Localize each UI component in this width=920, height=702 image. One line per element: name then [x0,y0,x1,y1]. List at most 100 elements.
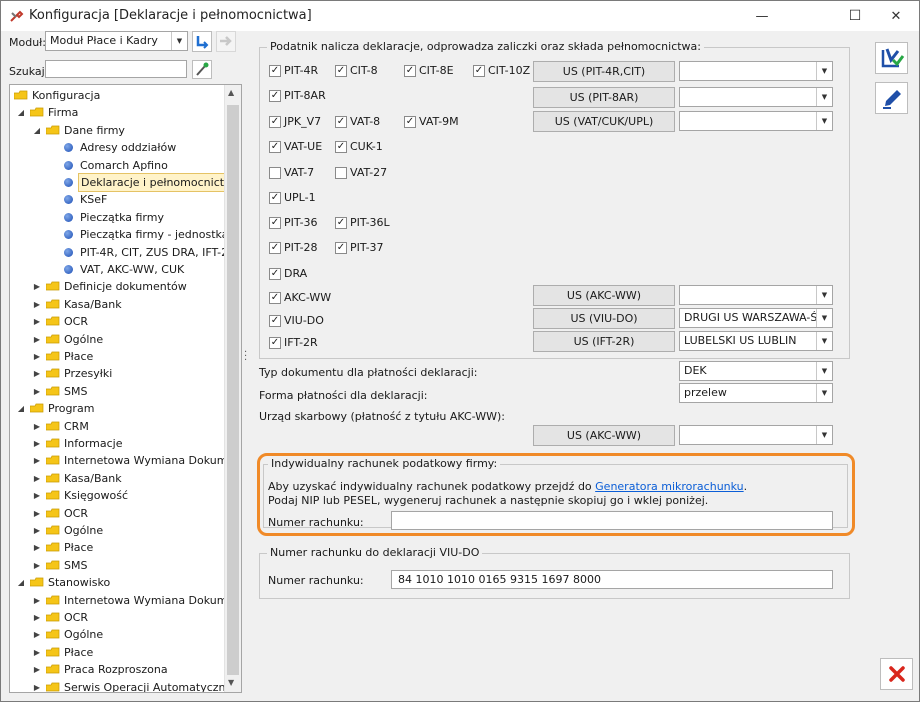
tree-folder-item[interactable]: ◢ Program [10,400,225,417]
tax-office-button[interactable]: US (PIT-8AR) [533,87,675,108]
tree-folder-item[interactable]: ▶ Płace [10,539,225,556]
tax-office-button[interactable]: US (VAT/CUK/UPL) [533,111,675,132]
expand-icon[interactable]: ▶ [32,522,42,539]
declaration-checkbox[interactable]: ✓ CUK-1 [335,140,383,154]
checkmark-icon[interactable]: ✓ [335,141,347,153]
tree-folder-item[interactable]: ◢ Stanowisko [10,574,225,591]
checkmark-icon[interactable]: ✓ [335,217,347,229]
tax-office-select[interactable]: ▼ [679,61,833,81]
tree-folder-item[interactable]: ▶ Kasa/Bank [10,470,225,487]
declaration-checkbox[interactable]: VAT-27 [335,166,387,180]
tax-office-select[interactable]: LUBELSKI US LUBLIN ▼ [679,331,833,351]
expand-icon[interactable]: ▶ [32,383,42,400]
save-button[interactable] [875,42,908,74]
tree-folder-item[interactable]: ▶ CRM [10,418,225,435]
checkmark-icon[interactable]: ✓ [269,217,281,229]
module-select[interactable]: Moduł Płace i Kadry ▼ [45,31,188,51]
expand-icon[interactable]: ▶ [32,418,42,435]
tree-folder-item[interactable]: ◢ Firma [10,104,225,121]
checkmark-icon[interactable]: ✓ [269,315,281,327]
expand-icon[interactable]: ▶ [32,452,42,469]
declaration-checkbox[interactable]: ✓ VAT-9M [404,115,459,129]
micro-account-generator-link[interactable]: Generatora mikrorachunku [595,480,743,493]
declaration-checkbox[interactable]: ✓ AKC-WW [269,291,331,305]
config-tree[interactable]: Konfiguracja ◢ Firma ◢ Dane firmy Adresy oddz… [9,84,242,693]
tree-folder-item[interactable]: ▶ Księgowość [10,487,225,504]
checkmark-icon[interactable]: ✓ [269,268,281,280]
checkmark-icon[interactable]: ✓ [269,116,281,128]
tree-folder-item[interactable]: ▶ SMS [10,557,225,574]
expand-icon[interactable]: ▶ [32,661,42,678]
tax-office-button[interactable]: US (PIT-4R,CIT) [533,61,675,82]
checkmark-icon[interactable]: ✓ [335,65,347,77]
back-button[interactable] [192,31,212,52]
expand-icon[interactable]: ▶ [32,487,42,504]
expand-icon[interactable]: ▶ [32,435,42,452]
declaration-checkbox[interactable]: ✓ CIT-8 [335,64,378,78]
tax-office-select[interactable]: ▼ [679,111,833,131]
checkmark-icon[interactable]: ✓ [404,116,416,128]
declaration-checkbox[interactable]: ✓ VAT-8 [335,115,380,129]
expand-icon[interactable]: ▶ [32,470,42,487]
declaration-checkbox[interactable]: ✓ CIT-10Z [473,64,530,78]
tree-folder-item[interactable]: ▶ Informacje [10,435,225,452]
declaration-checkbox[interactable]: ✓ PIT-4R [269,64,318,78]
declaration-checkbox[interactable]: ✓ VAT-UE [269,140,322,154]
tree-folder-item[interactable]: ◢ Dane firmy [10,122,225,139]
search-input[interactable] [45,60,187,78]
tree-folder-item[interactable]: ▶ Ogólne [10,522,225,539]
cancel-button[interactable] [880,658,913,690]
tree-page-item[interactable]: KSeF [10,191,225,208]
tree-folder-item[interactable]: ▶ Ogólne [10,331,225,348]
collapse-icon[interactable]: ◢ [16,104,26,121]
minimize-button[interactable]: — [739,1,785,31]
expand-icon[interactable]: ▶ [32,626,42,643]
tax-office-select[interactable]: ▼ [679,285,833,305]
checkmark-icon[interactable]: ✓ [473,65,485,77]
expand-icon[interactable]: ▶ [32,557,42,574]
expand-icon[interactable]: ▶ [32,592,42,609]
declaration-checkbox[interactable]: ✓ VIU-DO [269,314,324,328]
payment-form-select[interactable]: przelew ▼ [679,383,833,403]
collapse-icon[interactable]: ◢ [16,574,26,591]
tree-page-item[interactable]: Comarch Apfino [10,157,225,174]
tree-folder-item[interactable]: ▶ Płace [10,644,225,661]
tree-folder-item[interactable]: ▶ OCR [10,609,225,626]
tree-folder-item[interactable]: ▶ Płace [10,348,225,365]
tree-scrollbar-thumb[interactable] [227,105,239,675]
checkmark-icon[interactable]: ✓ [269,292,281,304]
checkbox-empty-icon[interactable] [269,167,281,179]
declaration-checkbox[interactable]: ✓ PIT-8AR [269,89,326,103]
expand-icon[interactable]: ▶ [32,365,42,382]
declaration-checkbox[interactable]: ✓ UPL-1 [269,191,316,205]
checkmark-icon[interactable]: ✓ [335,116,347,128]
expand-icon[interactable]: ▶ [32,331,42,348]
tree-folder-item[interactable]: ▶ Kasa/Bank [10,296,225,313]
tree-folder-item[interactable]: ▶ Serwis Operacji Automatycznych [10,679,241,692]
expand-icon[interactable]: ▶ [32,505,42,522]
collapse-icon[interactable]: ◢ [32,122,42,139]
tree-page-item[interactable]: Deklaracje i pełnomocnictwa [10,173,241,192]
expand-icon[interactable]: ▶ [32,609,42,626]
viu-account-number-input[interactable]: 84 1010 1010 0165 9315 1697 8000 [391,570,833,589]
tree-folder-item[interactable]: ▶ OCR [10,313,225,330]
tree-folder-item[interactable]: ▶ Przesyłki [10,365,225,382]
panel-splitter[interactable]: · · · [244,348,248,366]
tax-office-select[interactable]: DRUGI US WARSZAWA-ŚR ▼ [679,308,833,328]
tree-folder-item[interactable]: Konfiguracja [10,87,225,104]
akc-office-button[interactable]: US (AKC-WW) [533,425,675,446]
checkmark-icon[interactable]: ✓ [269,65,281,77]
tree-page-item[interactable]: Pieczątka firmy - jednostka s... [10,226,241,243]
declaration-checkbox[interactable]: ✓ PIT-36L [335,216,390,230]
declaration-checkbox[interactable]: VAT-7 [269,166,314,180]
declaration-checkbox[interactable]: ✓ DRA [269,267,307,281]
micro-account-number-input[interactable] [391,511,833,530]
tree-folder-item[interactable]: ▶ OCR [10,505,225,522]
declaration-checkbox[interactable]: ✓ PIT-36 [269,216,318,230]
declaration-checkbox[interactable]: ✓ IFT-2R [269,336,318,350]
tree-folder-item[interactable]: ▶ Ogólne [10,626,225,643]
expand-icon[interactable]: ▶ [32,313,42,330]
tree-page-item[interactable]: Pieczątka firmy [10,209,225,226]
checkbox-empty-icon[interactable] [335,167,347,179]
edit-button[interactable] [875,82,908,114]
